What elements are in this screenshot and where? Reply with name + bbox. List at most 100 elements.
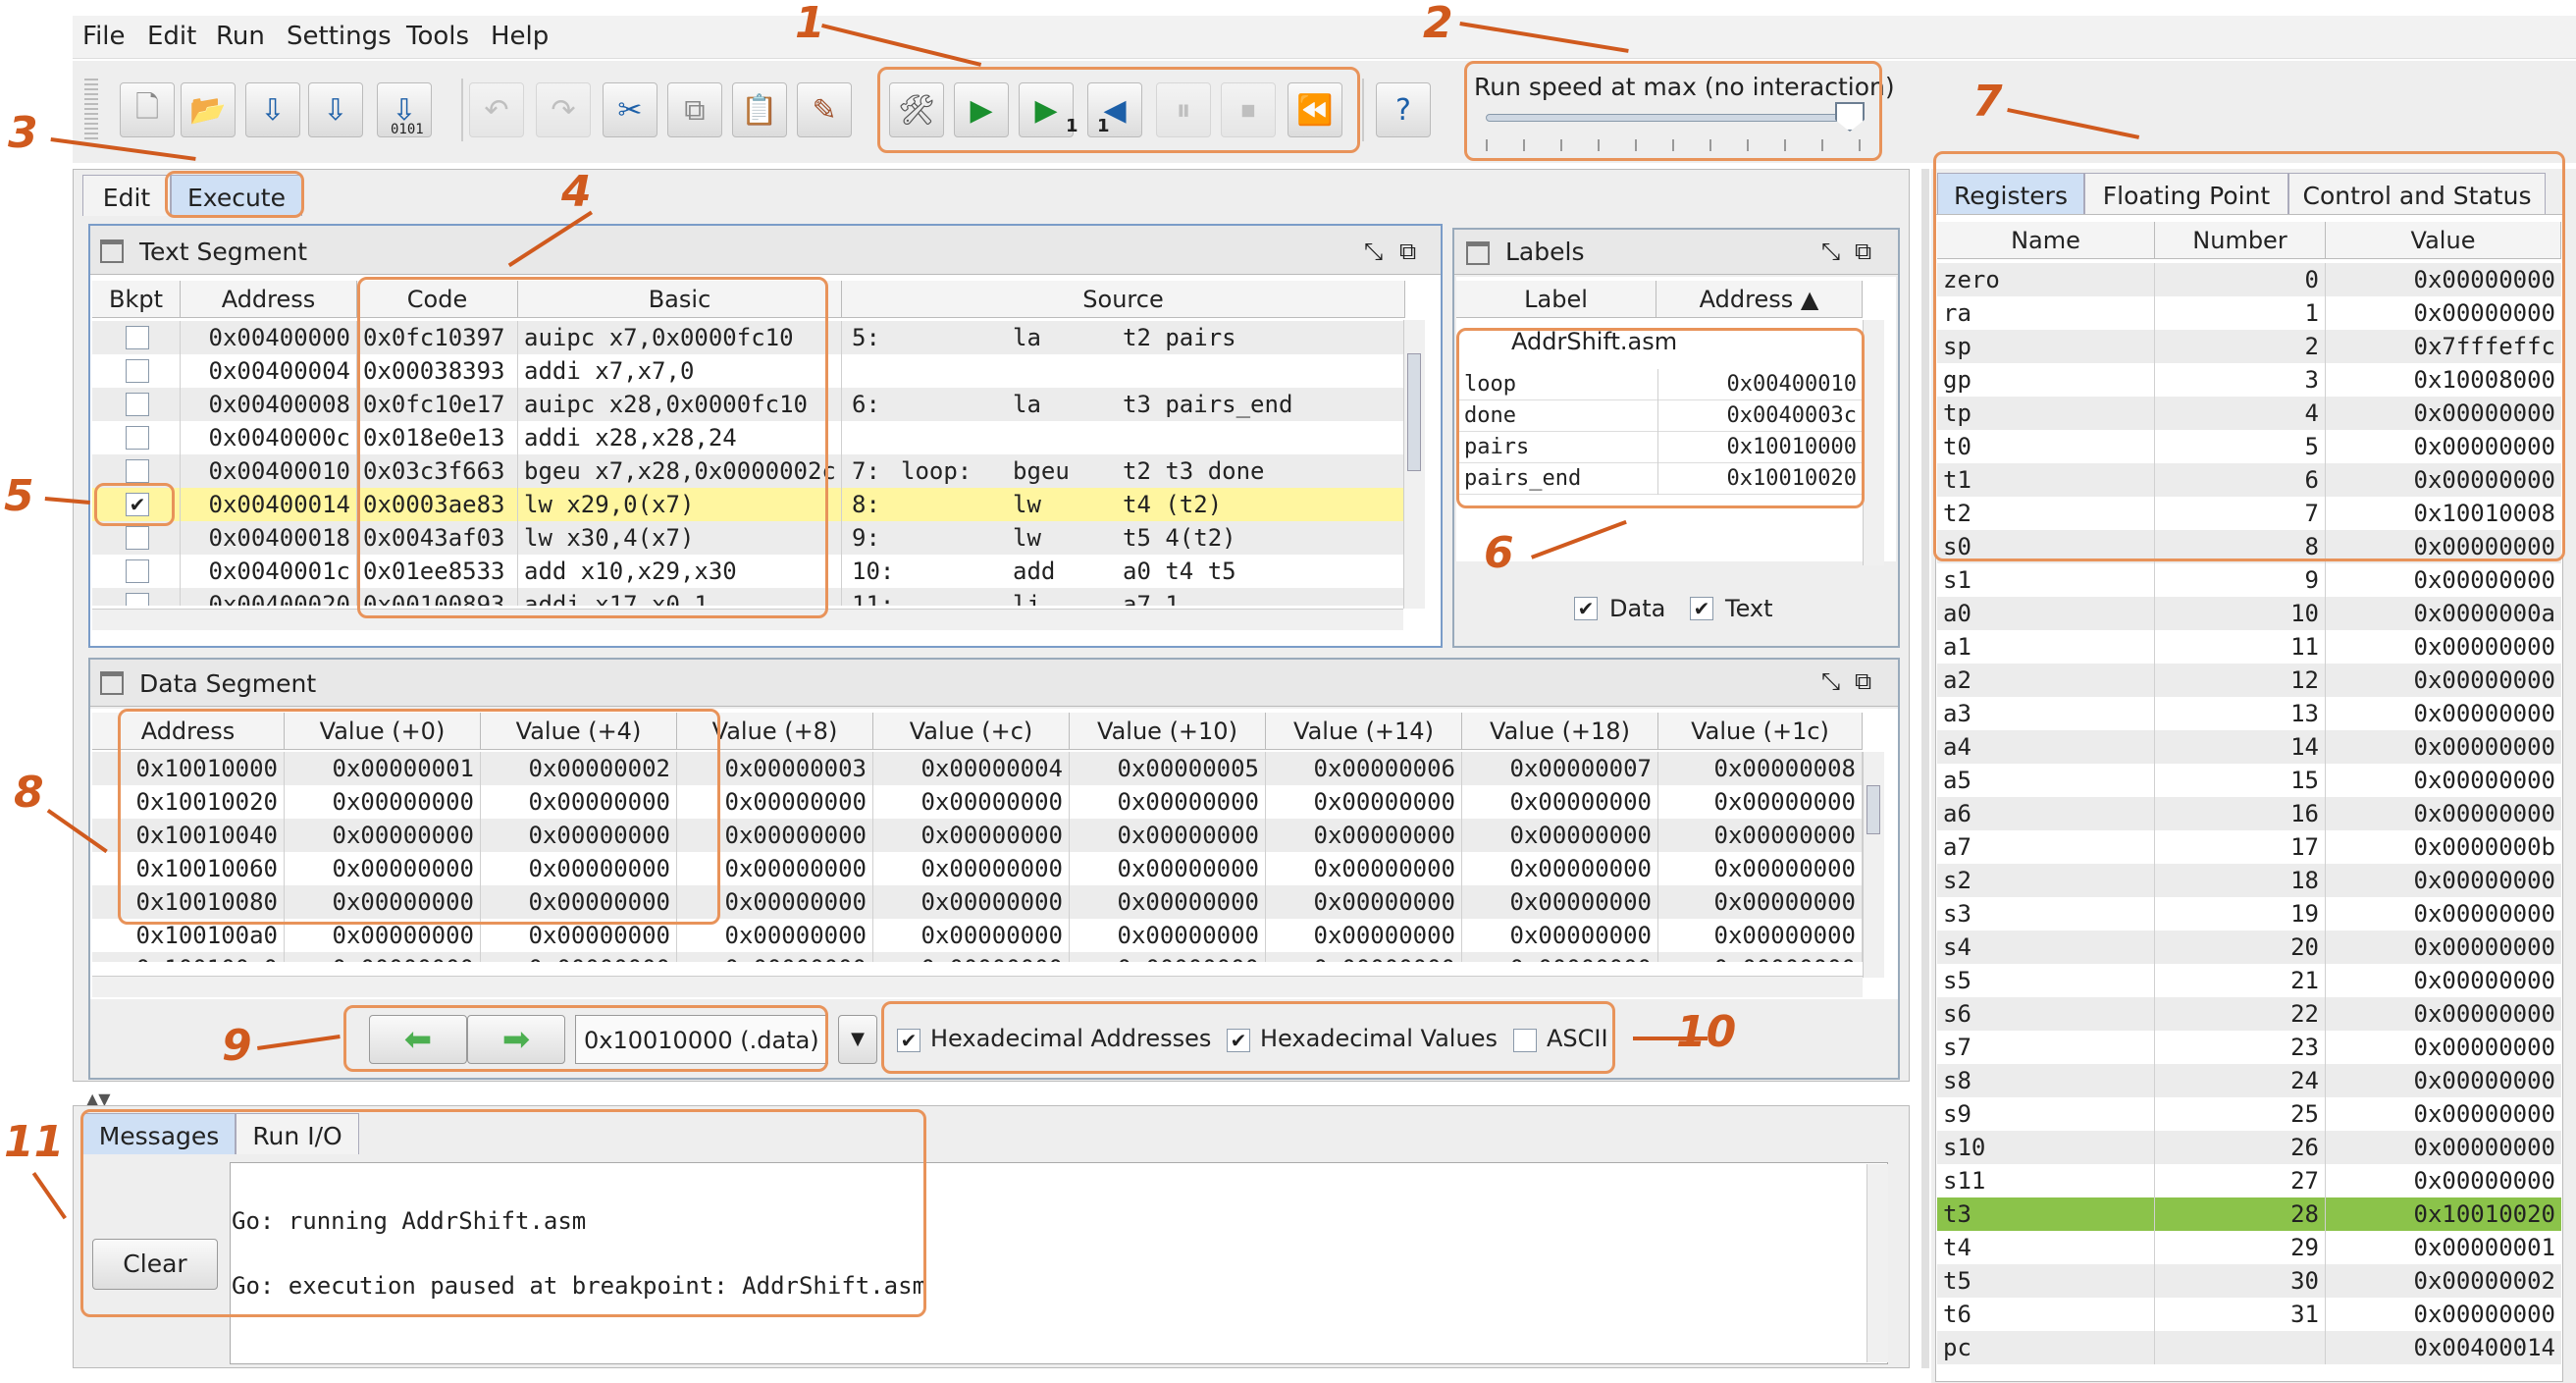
data-value-cell[interactable]: 0x00000000 (481, 819, 677, 852)
data-value-cell[interactable]: 0x00000000 (285, 919, 481, 952)
register-row[interactable]: sp 2 0x7fffeffc (1937, 330, 2561, 363)
maximize-icon[interactable]: ⧉ (1855, 667, 1871, 695)
register-value[interactable]: 0x0000000a (2326, 597, 2561, 630)
breakpoint-checkbox[interactable] (126, 526, 149, 550)
edit-button[interactable]: ✎ (797, 82, 852, 137)
ascii-checkbox[interactable] (1513, 1029, 1537, 1052)
data-value-cell[interactable]: 0x00000000 (1658, 919, 1863, 952)
register-value[interactable]: 0x00000000 (2326, 864, 2561, 897)
data-value-cell[interactable]: 0x00000000 (1070, 885, 1266, 919)
data-value-cell[interactable]: 0x00000000 (285, 852, 481, 885)
register-row[interactable]: t0 5 0x00000000 (1937, 430, 2561, 463)
pause-button[interactable]: ⏸ (1156, 82, 1211, 137)
register-value[interactable]: 0x00000000 (2326, 1031, 2561, 1064)
register-row[interactable]: s11 27 0x00000000 (1937, 1164, 2561, 1197)
data-seg-col[interactable]: Value (+0) (285, 713, 481, 750)
register-value[interactable]: 0x10008000 (2326, 363, 2561, 397)
register-row[interactable]: s7 23 0x00000000 (1937, 1031, 2561, 1064)
data-value-cell[interactable]: 0x00000000 (481, 885, 677, 919)
data-seg-row[interactable]: 0x10010080 0x00000000 0x00000000 0x00000000… (92, 885, 1863, 919)
register-row[interactable]: t3 28 0x10010020 (1937, 1197, 2561, 1231)
stop-button[interactable]: ⏹ (1221, 82, 1276, 137)
data-value-cell[interactable]: 0x00000000 (873, 852, 1070, 885)
register-value[interactable]: 0x00000002 (2326, 1264, 2561, 1298)
scroll-thumb[interactable] (1866, 785, 1880, 834)
data-seg-row[interactable]: 0x10010000 0x00000001 0x00000002 0x00000003… (92, 752, 1863, 785)
register-row[interactable]: ra 1 0x00000000 (1937, 296, 2561, 330)
maximize-icon[interactable]: ⧉ (1855, 238, 1871, 265)
menu-item-settings[interactable]: Settings (287, 22, 392, 51)
data-value-cell[interactable]: 0x00000000 (1266, 919, 1462, 952)
register-value[interactable]: 0x00000000 (2326, 296, 2561, 330)
segment-select[interactable]: 0x10010000 (.data) (575, 1015, 828, 1064)
register-value[interactable]: 0x10010008 (2326, 497, 2561, 530)
data-value-cell[interactable]: 0x00000000 (1462, 885, 1658, 919)
data-value-cell[interactable]: 0x00000000 (873, 819, 1070, 852)
data-value-cell[interactable]: 0x00000000 (1070, 819, 1266, 852)
data-seg-col[interactable]: Value (+4) (481, 713, 677, 750)
data-seg-row[interactable]: 0x100100a0 0x00000000 0x00000000 0x00000000… (92, 919, 1863, 952)
data-value-cell[interactable]: 0x00000000 (1070, 785, 1266, 819)
data-value-cell[interactable]: 0x00000000 (1658, 819, 1863, 852)
register-row[interactable]: t5 30 0x00000002 (1937, 1264, 2561, 1298)
data-value-cell[interactable]: 0x00000000 (677, 885, 873, 919)
data-seg-col[interactable]: Value (+c) (873, 713, 1070, 750)
save-button[interactable]: ⇩ (245, 82, 300, 137)
data-value-cell[interactable]: 0x00000000 (285, 819, 481, 852)
data-value-cell[interactable]: 0x00000000 (1658, 852, 1863, 885)
register-row[interactable]: pc 0x00400014 (1937, 1331, 2561, 1364)
segment-dropdown-button[interactable]: ▼ (838, 1015, 877, 1064)
register-value[interactable]: 0x00000000 (2326, 1064, 2561, 1097)
register-row[interactable]: s4 20 0x00000000 (1937, 931, 2561, 964)
register-value[interactable]: 0x00000000 (2326, 764, 2561, 797)
breakpoint-checkbox[interactable] (126, 359, 149, 383)
menu-item-edit[interactable]: Edit (147, 22, 196, 51)
register-row[interactable]: t1 6 0x00000000 (1937, 463, 2561, 497)
register-row[interactable]: s0 8 0x00000000 (1937, 530, 2561, 563)
register-row[interactable]: t4 29 0x00000001 (1937, 1231, 2561, 1264)
menu-item-tools[interactable]: Tools (406, 22, 469, 51)
text-seg-hscrollbar[interactable] (92, 609, 1403, 630)
data-value-cell[interactable]: 0x00000000 (1266, 785, 1462, 819)
register-value[interactable]: 0x00000000 (2326, 931, 2561, 964)
text-seg-col-code[interactable]: Code (357, 281, 518, 318)
data-seg-col[interactable]: Value (+14) (1266, 713, 1462, 750)
register-row[interactable]: a5 15 0x00000000 (1937, 764, 2561, 797)
breakpoint-checkbox[interactable] (126, 426, 149, 450)
clear-button[interactable]: Clear (92, 1239, 218, 1290)
reg-col-number[interactable]: Number (2155, 222, 2326, 259)
help-button[interactable]: ? (1376, 82, 1431, 137)
menu-item-file[interactable]: File (82, 22, 126, 51)
menu-item-run[interactable]: Run (216, 22, 265, 51)
hex-addresses-checkbox[interactable]: ✔ (897, 1029, 920, 1052)
labels-scrollbar[interactable] (1863, 320, 1884, 565)
data-value-cell[interactable]: 0x00000000 (1658, 885, 1863, 919)
text-seg-col-basic[interactable]: Basic (518, 281, 842, 318)
register-value[interactable]: 0x00000000 (2326, 397, 2561, 430)
data-value-cell[interactable]: 0x00000001 (285, 752, 481, 785)
register-value[interactable]: 0x00000000 (2326, 964, 2561, 997)
register-value[interactable]: 0x00000000 (2326, 1131, 2561, 1164)
tab-floating-point[interactable]: Floating Point (2084, 173, 2288, 214)
tab-control-and-status[interactable]: Control and Status (2288, 173, 2546, 214)
minimize-icon[interactable]: ⤡ (1364, 238, 1383, 265)
assemble-button[interactable]: 🛠 (889, 82, 944, 137)
register-row[interactable]: a4 14 0x00000000 (1937, 730, 2561, 764)
register-row[interactable]: t6 31 0x00000000 (1937, 1298, 2561, 1331)
tab-messages[interactable]: Messages (82, 1113, 236, 1154)
data-seg-col[interactable]: Value (+10) (1070, 713, 1266, 750)
menu-item-help[interactable]: Help (491, 22, 549, 51)
data-value-cell[interactable]: 0x00000000 (481, 852, 677, 885)
data-value-cell[interactable]: 0x00000003 (677, 752, 873, 785)
register-value[interactable]: 0x00000000 (2326, 563, 2561, 597)
data-value-cell[interactable]: 0x00000007 (1462, 752, 1658, 785)
minimize-icon[interactable]: ⤡ (1821, 667, 1840, 695)
register-row[interactable]: a2 12 0x00000000 (1937, 664, 2561, 697)
register-value[interactable]: 0x00000000 (2326, 897, 2561, 931)
data-seg-col[interactable]: Value (+1c) (1658, 713, 1863, 750)
register-value[interactable]: 0x00000000 (2326, 1298, 2561, 1331)
data-value-cell[interactable]: 0x00000000 (1462, 785, 1658, 819)
text-seg-col-address[interactable]: Address (181, 281, 357, 318)
data-value-cell[interactable]: 0x00000000 (1070, 919, 1266, 952)
tab-execute[interactable]: Execute (171, 175, 302, 216)
